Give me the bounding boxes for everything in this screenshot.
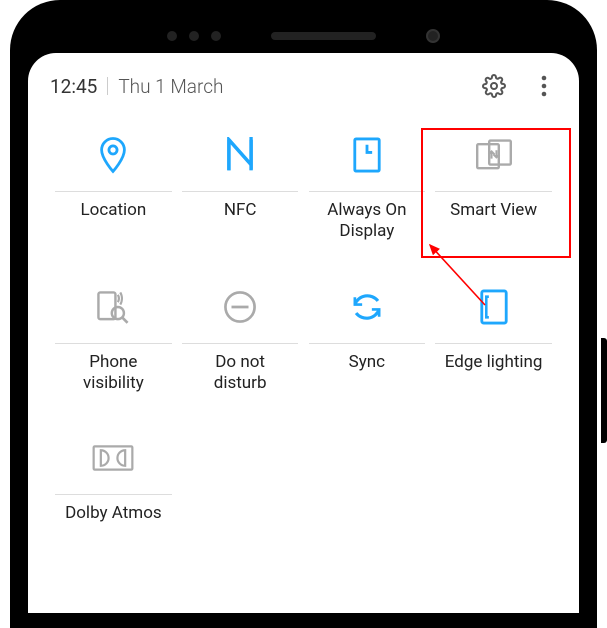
tile-label: Do not disturb [214,352,267,395]
tile-always-on-display[interactable]: Always On Display [304,129,431,243]
tile-edge-lighting[interactable]: Edge lighting [430,281,557,395]
quick-settings-grid: Location NFC [50,129,557,545]
nfc-icon [177,129,304,181]
tile-label: Location [80,200,146,242]
tile-label: Phone visibility [83,352,144,395]
tile-location[interactable]: Location [50,129,177,243]
clock-time: 12:45 [50,75,97,98]
tile-label: Always On Display [327,200,406,243]
edge-lighting-icon [430,281,557,333]
screen: 12:45 Thu 1 March [28,53,579,613]
phone-frame: 12:45 Thu 1 March [10,0,597,628]
status-date: Thu 1 March [118,75,223,98]
sync-icon [304,281,431,333]
tile-sync[interactable]: Sync [304,281,431,395]
tile-dolby-atmos[interactable]: Dolby Atmos [50,432,177,545]
location-icon [50,129,177,181]
tile-do-not-disturb[interactable]: Do not disturb [177,281,304,395]
tile-label: NFC [224,200,257,242]
tile-smart-view[interactable]: Smart View [430,129,557,243]
dnd-icon [177,281,304,333]
divider [107,77,108,95]
more-icon[interactable] [531,73,557,99]
phone-side-button [601,338,607,443]
tile-phone-visibility[interactable]: Phone visibility [50,281,177,395]
gear-icon[interactable] [481,73,507,99]
dolby-icon [50,432,177,484]
phone-notch [28,18,579,53]
tile-nfc[interactable]: NFC [177,129,304,243]
tile-label: Smart View [450,200,537,242]
tile-label: Sync [349,352,385,394]
tile-label: Dolby Atmos [65,503,162,545]
smart-view-icon [430,129,557,181]
phone-visibility-icon [50,281,177,333]
tile-label: Edge lighting [445,352,543,394]
status-bar: 12:45 Thu 1 March [50,71,557,101]
aod-icon [304,129,431,181]
